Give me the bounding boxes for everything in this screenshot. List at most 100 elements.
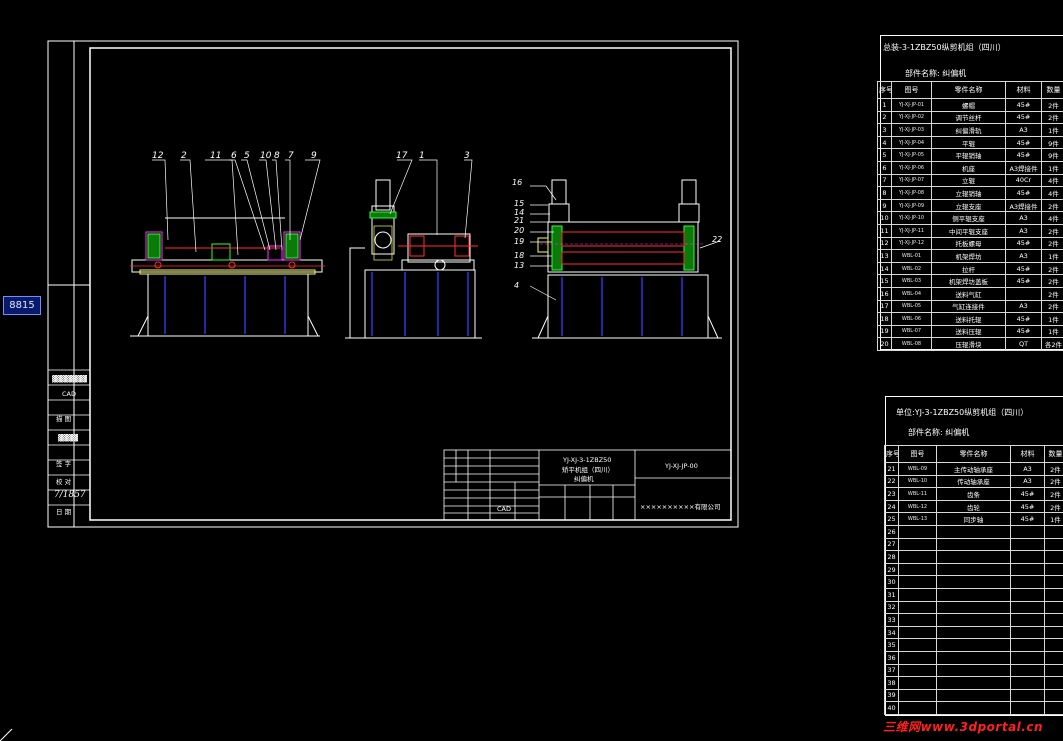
table-row[interactable]: 18 WBL-06 送料托辊 45# 1件 — [877, 312, 1063, 326]
table-row[interactable]: 4 YJ-XJ-JP-04 平辊 45# 9件 — [877, 135, 1063, 150]
table-row[interactable]: 14 WBL-02 拉杆 45# 2件 — [877, 261, 1063, 276]
callout-front-0: 12 — [152, 151, 164, 161]
bom-cell — [1010, 524, 1045, 539]
table-row[interactable]: 19 WBL-07 送料压辊 45# 1件 — [877, 324, 1063, 339]
table-row[interactable]: 34 — [884, 625, 1063, 640]
bom-2-grid: 序号图号零件名称材料数量21WBL-09主传动轴承座A32件22WBL-10传动… — [884, 445, 1063, 715]
callout-rear-8: 4 — [514, 281, 519, 290]
table-row[interactable]: 27 — [884, 537, 1063, 552]
table-row[interactable]: 32 — [884, 600, 1063, 615]
bom-cell: 2件 — [1041, 274, 1063, 288]
table-row[interactable]: 8 YJ-XJ-JP-08 立辊销轴 45# 4件 — [877, 186, 1063, 200]
bom-cell: 1 — [877, 98, 892, 112]
table-row[interactable]: 10 YJ-XJ-JP-10 侧平辊支座 A3 4件 — [877, 211, 1063, 225]
bom-cell — [936, 663, 1011, 678]
table-row[interactable]: 17 WBL-05 气缸连接件 A3 2件 — [877, 299, 1063, 314]
table-row[interactable]: 12 YJ-XJ-JP-12 托板螺母 45# 2件 — [877, 236, 1063, 251]
bom-cell — [936, 701, 1011, 715]
table-row[interactable]: 35 — [884, 638, 1063, 652]
bom-cell: 11 — [877, 223, 892, 238]
bom-cell: 6 — [877, 160, 892, 175]
bom-cell: 4件 — [1041, 211, 1063, 225]
bom-cell: 2件 — [1044, 462, 1063, 476]
table-row[interactable]: 11 YJ-XJ-JP-11 中间平辊支座 A3 2件 — [877, 223, 1063, 238]
bom-cell — [898, 537, 937, 552]
table-row[interactable]: 36 — [884, 650, 1063, 665]
bom-cell: 10 — [877, 211, 892, 225]
table-row[interactable]: 22 WBL-10 传动轴承座 A3 2件 — [884, 474, 1063, 489]
callout-rear-1: 15 — [514, 199, 524, 208]
table-row[interactable]: 25 WBL-13 同步轴 45# 1件 — [884, 512, 1063, 526]
callout-front-8: 9 — [311, 151, 317, 161]
bom-cell: 45# — [1005, 110, 1042, 125]
bom-cell: YJ-XJ-JP-12 — [891, 236, 932, 251]
table-row[interactable]: 16 WBL-04 送料气缸 2件 — [877, 286, 1063, 301]
bom-cell: 45# — [1005, 135, 1042, 150]
callout-front-1: 2 — [181, 151, 187, 161]
table-row[interactable]: 7 YJ-XJ-JP-07 立辊 40Cr 4件 — [877, 173, 1063, 188]
bom-cell — [898, 600, 937, 615]
bom-cell: A3 — [1005, 223, 1042, 238]
bom-cell — [898, 625, 937, 640]
front-view[interactable]: 12 2 11 6 5 10 8 7 9 — [130, 151, 325, 337]
bom-cell: 机架焊坊盖板 — [931, 274, 1006, 288]
bom-cell: 24 — [884, 499, 899, 514]
bom-cell: 36 — [884, 650, 899, 665]
table-row[interactable]: 13 WBL-01 机架焊坊 A3 1件 — [877, 249, 1063, 263]
table-row[interactable]: 33 — [884, 613, 1063, 627]
left-strip-label-trace: 描 图 — [56, 414, 71, 423]
bom-cell: 8 — [877, 186, 892, 200]
bom-cell: 45# — [1010, 499, 1045, 514]
callout-rear-9: 22 — [712, 235, 722, 244]
table-row[interactable]: 6 YJ-XJ-JP-06 机座 A3焊接件 1件 — [877, 160, 1063, 175]
bom-table-1[interactable]: 总装-3-1ZBZ50纵剪机组（四川） 部件名称: 纠偏机 序号图号零件名称材料… — [877, 35, 1063, 351]
table-row[interactable]: 3 YJ-XJ-JP-03 纠偏滑轨 A3 1件 — [877, 123, 1063, 137]
table-row[interactable]: 24 WBL-12 齿轮 45# 2件 — [884, 499, 1063, 514]
table-row[interactable]: 1 YJ-XJ-JP-01 螺帽 45# 2件 — [877, 98, 1063, 112]
table-row[interactable]: 9 YJ-XJ-JP-09 立辊支座 A3焊接件 2件 — [877, 198, 1063, 213]
callout-rear-7: 13 — [514, 261, 524, 270]
bom-cell — [936, 537, 1011, 552]
table-row[interactable]: 31 — [884, 587, 1063, 602]
table-row[interactable]: 21 WBL-09 主传动轴承座 A3 2件 — [884, 462, 1063, 476]
bom-cell: WBL-07 — [891, 324, 932, 339]
bom-cell: 拉杆 — [931, 261, 1006, 276]
bom-cell — [1044, 537, 1063, 552]
bom-cell: 齿轮 — [936, 499, 1011, 514]
table-row[interactable]: 38 — [884, 676, 1063, 690]
table-row[interactable]: 5 YJ-XJ-JP-05 平辊销轴 45# 9件 — [877, 148, 1063, 162]
table-row[interactable]: 30 — [884, 575, 1063, 589]
side-view[interactable]: 17 1 3 — [345, 151, 482, 339]
table-row[interactable]: 26 — [884, 524, 1063, 539]
bom-cell: 5 — [877, 148, 892, 162]
bom-cell: 22 — [884, 474, 899, 489]
callout-front-4: 5 — [244, 151, 250, 161]
callout-front-6: 8 — [274, 151, 280, 161]
bom-cell: 14 — [877, 261, 892, 276]
table-row[interactable]: 23 WBL-11 齿条 45# 2件 — [884, 487, 1063, 501]
bom-table-2[interactable]: 单位:YJ-3-1ZBZ50纵剪机组（四川） 部件名称: 纠偏机 序号图号零件名… — [884, 396, 1063, 716]
table-row[interactable]: 37 — [884, 663, 1063, 678]
bom-cell — [1044, 575, 1063, 589]
table-row[interactable]: 20 WBL-08 压辊滑块 QT 各2件 — [877, 337, 1063, 351]
table-row[interactable]: 15 WBL-03 机架焊坊盖板 45# 2件 — [877, 274, 1063, 288]
table-row[interactable]: 39 — [884, 688, 1063, 703]
bom-cell: 45# — [1010, 487, 1045, 501]
left-strip-signature: 7/1857 — [54, 490, 86, 500]
rear-view[interactable]: 16 15 14 21 20 19 18 13 4 22 — [512, 178, 722, 339]
bom-cell: 送料托辊 — [931, 312, 1006, 326]
bom-cell: YJ-XJ-JP-06 — [891, 160, 932, 175]
bom-cell: 2件 — [1041, 198, 1063, 213]
table-row[interactable]: 28 — [884, 550, 1063, 564]
callout-side-1: 1 — [419, 151, 425, 161]
bom-cell: 28 — [884, 550, 899, 564]
table-row[interactable]: 29 — [884, 562, 1063, 577]
table-row[interactable]: 2 YJ-XJ-JP-02 调节丝杆 45# 2件 — [877, 110, 1063, 125]
table-row[interactable]: 40 — [884, 701, 1063, 715]
bom-cell — [1044, 638, 1063, 652]
bom-cell: YJ-XJ-JP-05 — [891, 148, 932, 162]
bom-cell: 主传动轴承座 — [936, 462, 1011, 476]
bom-header-cell: 图号 — [898, 445, 937, 463]
bom-header-cell: 零件名称 — [931, 81, 1006, 99]
bom-cell: 45# — [1005, 148, 1042, 162]
